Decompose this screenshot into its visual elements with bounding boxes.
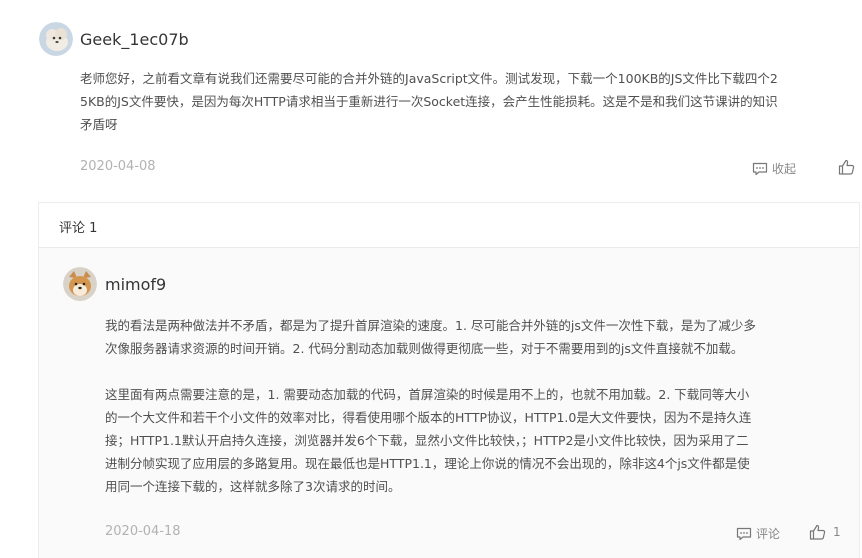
reply-like-count: 1: [833, 525, 841, 539]
reply-text-line: 我的看法是两种做法并不矛盾，都是为了提升首屏渲染的速度。1. 尽可能合并外链的j…: [105, 318, 756, 333]
dog-avatar-icon: [39, 22, 73, 56]
comment-date: 2020-04-08: [80, 159, 156, 174]
reply-text: 我的看法是两种做法并不矛盾，都是为了提升首屏渲染的速度。1. 尽可能合并外链的j…: [105, 314, 845, 498]
reply-text-line: 这里面有两点需要注意的是，1. 需要动态加载的代码，首屏渲染的时候是用不上的，也…: [105, 387, 750, 402]
reply-username[interactable]: mimof9: [105, 275, 166, 294]
reply-text-line: 接；HTTP1.1默认开启持久连接，浏览器并发6个下载，显然小文件比较快，；HT…: [105, 433, 749, 448]
thumbs-up-icon: [809, 524, 826, 540]
replies-count-label: 评论 1: [59, 221, 98, 236]
reply-text-line: 用同一个连接下载的，这样就多除了3次请求的时间。: [105, 479, 401, 494]
comment-bubble-icon: [736, 527, 752, 540]
like-button[interactable]: [838, 159, 855, 175]
reply-comment-label: 评论: [756, 527, 781, 541]
comment-text-line: 矛盾呀: [80, 117, 118, 132]
comment-username[interactable]: Geek_1ec07b: [80, 30, 189, 49]
thumbs-up-icon: [838, 159, 855, 175]
avatar[interactable]: [39, 22, 73, 56]
reply-text-line: 的一个大文件和若干个小文件的效率对比，得看使用哪个版本的HTTP协议，HTTP1…: [105, 410, 752, 425]
reply-avatar[interactable]: [63, 267, 97, 301]
reply-date: 2020-04-18: [105, 524, 181, 539]
comment-text: 老师您好，之前看文章有说我们还需要尽可能的合并外链的JavaScript文件。测…: [80, 67, 860, 136]
replies-panel: 评论 1 mimof9 我的看法是两种做法并不矛盾，都是为了提升首屏渲染的速度。…: [38, 202, 860, 558]
shiba-avatar-icon: [63, 267, 97, 301]
reply-comment-button[interactable]: 评论: [736, 525, 780, 542]
reply-text-line: 次像服务器请求资源的时间开销。2. 代码分割动态加载则做得更彻底一些，对于不需要…: [105, 341, 744, 356]
comment-bubble-icon: [752, 162, 768, 175]
reply-text-line: 进制分帧实现了应用层的多路复用。现在最低也是HTTP1.1，理论上你说的情况不会…: [105, 456, 750, 471]
comment-text-line: 5KB的JS文件要快，是因为每次HTTP请求相当于重新进行一次Socket连接，…: [80, 94, 778, 109]
replies-header: 评论 1: [39, 203, 859, 248]
comment-text-line: 老师您好，之前看文章有说我们还需要尽可能的合并外链的JavaScript文件。测…: [80, 71, 778, 86]
collapse-button[interactable]: 收起: [752, 160, 796, 177]
collapse-label: 收起: [772, 162, 797, 176]
reply-like-button[interactable]: 1: [809, 524, 841, 540]
